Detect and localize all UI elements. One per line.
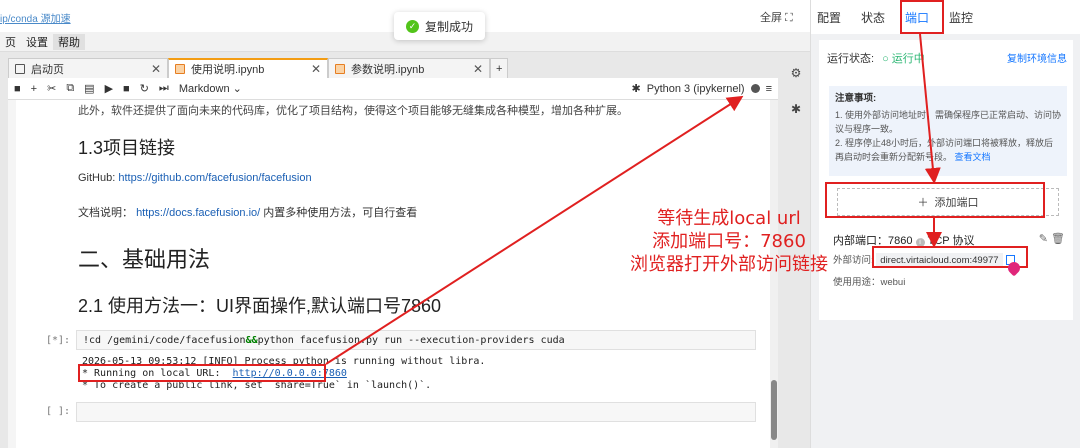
notebook-icon bbox=[335, 63, 345, 74]
notice-item: 2. 程序停止48小时后，外部访问端口将被释放，释放后再启动时会重新分配新号段。… bbox=[835, 138, 1054, 162]
env-path-link[interactable]: ip/conda 源加速 bbox=[0, 10, 71, 25]
check-icon: ✓ bbox=[406, 19, 419, 33]
github-link[interactable]: https://github.com/facefusion/facefusion bbox=[118, 172, 311, 184]
annotation-text: 等待生成local url 添加端口号：7860 浏览器打开外部访问链接 bbox=[624, 207, 834, 276]
close-icon[interactable]: ✕ bbox=[151, 62, 161, 76]
save-icon[interactable]: ■ bbox=[14, 83, 21, 95]
tab-label: 参数说明.ipynb bbox=[351, 63, 425, 76]
markdown-text: 此外，软件还提供了面向未来的代码库，优化了项目结构，使得这个项目能够无缝集成各种… bbox=[78, 105, 628, 117]
external-url[interactable]: direct.virtaicloud.com:49977 bbox=[876, 253, 1003, 268]
copy-icon[interactable]: ⧉ bbox=[66, 82, 74, 95]
bug-icon[interactable]: ✱ bbox=[632, 82, 641, 95]
docs-link[interactable]: https://docs.facefusion.io/ bbox=[136, 207, 260, 219]
local-url-link[interactable]: http://0.0.0.0:7860 bbox=[233, 368, 347, 379]
cell-gutter bbox=[8, 100, 16, 448]
toast-text: 复制成功 bbox=[425, 19, 474, 34]
port-actions: ✎ 🗑 bbox=[1039, 232, 1065, 245]
notice-item: 1. 使用外部访问地址时，需确保程序已正常启动、访问协议与程序一致。 bbox=[835, 110, 1062, 134]
add-port-button[interactable]: ＋ 添加端口 bbox=[837, 188, 1059, 216]
heading-basic-usage: 二、基础用法 bbox=[78, 247, 211, 272]
scrollbar-thumb[interactable] bbox=[771, 380, 777, 440]
cell-prompt: [*]: bbox=[46, 335, 71, 346]
menu-item-page[interactable]: 页 bbox=[0, 34, 21, 50]
run-status: 运行状态: ○ 运行中 bbox=[827, 53, 925, 65]
code-cell[interactable]: !cd /gemini/code/facefusion&&python face… bbox=[76, 330, 756, 350]
fast-forward-icon[interactable]: ⏭ bbox=[159, 82, 169, 95]
launcher-icon bbox=[15, 63, 25, 74]
usage: 使用用途：webui bbox=[833, 277, 906, 288]
tab-label: 启动页 bbox=[31, 63, 64, 76]
tab-usage-notebook[interactable]: 使用说明.ipynb ✕ bbox=[168, 58, 328, 78]
paste-icon[interactable]: ▤ bbox=[84, 82, 94, 95]
notebook-icon bbox=[175, 64, 185, 74]
tab-ports[interactable]: 端口 bbox=[905, 9, 930, 34]
new-tab-button[interactable]: + bbox=[490, 58, 509, 78]
notice-box: 注意事项: 1. 使用外部访问地址时，需确保程序已正常启动、访问协议与程序一致。… bbox=[829, 86, 1067, 176]
toast-copied: ✓ 复制成功 bbox=[394, 12, 486, 40]
github-line: GitHub: https://github.com/facefusion/fa… bbox=[78, 172, 312, 184]
add-cell-icon[interactable]: + bbox=[31, 83, 37, 95]
tab-launcher[interactable]: 启动页 ✕ bbox=[8, 58, 168, 78]
ports-card: 运行状态: ○ 运行中 复制环境信息 注意事项: 1. 使用外部访问地址时，需确保… bbox=[819, 40, 1073, 320]
cell-type-select[interactable]: Markdown ⌄ bbox=[179, 82, 242, 95]
add-port-label: 添加端口 bbox=[934, 197, 979, 209]
panel-tabs: 配置 状态 端口 监控 bbox=[811, 0, 1080, 34]
plus-icon: ＋ bbox=[917, 197, 929, 209]
tab-bar: 启动页 ✕ 使用说明.ipynb ✕ 参数说明.ipynb ✕ + bbox=[8, 58, 509, 78]
tab-params-notebook[interactable]: 参数说明.ipynb ✕ bbox=[328, 58, 490, 78]
bug-icon[interactable]: ✱ bbox=[786, 102, 806, 116]
kernel-status[interactable]: ✱ Python 3 (ipykernel) ≡ bbox=[632, 82, 772, 96]
menu-item-help[interactable]: 帮助 bbox=[53, 33, 85, 50]
empty-code-cell[interactable] bbox=[76, 402, 756, 422]
right-panel: 配置 状态 端口 监控 运行状态: ○ 运行中 复制环境信息 注意事项: 1. 使… bbox=[810, 0, 1080, 448]
heading-project-links: 1.3项目链接 bbox=[78, 138, 176, 158]
external-access: 外部访问: direct.virtaicloud.com:49977 bbox=[833, 252, 1015, 268]
close-icon[interactable]: ✕ bbox=[311, 62, 321, 76]
gear-icon[interactable]: ⚙ bbox=[786, 66, 806, 80]
info-icon: i bbox=[915, 238, 925, 247]
notebook-toolbar: ■ + ✂ ⧉ ▤ ▶ ■ ↻ ⏭ Markdown ⌄ ✱ Python 3 … bbox=[8, 78, 778, 100]
docs-line: 文档说明： https://docs.facefusion.io/ 内置多种使用… bbox=[78, 207, 418, 219]
run-icon[interactable]: ▶ bbox=[105, 82, 113, 95]
annotation-line: 浏览器打开外部访问链接 bbox=[630, 254, 828, 275]
copy-env-button[interactable]: 复制环境信息 bbox=[1007, 50, 1067, 65]
delete-icon[interactable]: 🗑 bbox=[1051, 233, 1065, 245]
cut-icon[interactable]: ✂ bbox=[47, 82, 56, 95]
menu-icon[interactable]: ≡ bbox=[766, 83, 772, 95]
annotation-line: 等待生成local url bbox=[657, 208, 801, 229]
notice-title: 注意事项: bbox=[835, 93, 877, 104]
right-sidebar-icons: ⚙ ✱ bbox=[786, 66, 806, 138]
menu-item-settings[interactable]: 设置 bbox=[21, 34, 53, 50]
annotation-line: 添加端口号：7860 bbox=[652, 231, 806, 252]
status-running: ○ 运行中 bbox=[882, 53, 925, 65]
close-icon[interactable]: ✕ bbox=[473, 62, 483, 76]
port-info: 内部端口：7860 i TCP 协议 bbox=[833, 235, 975, 247]
stop-icon[interactable]: ■ bbox=[123, 83, 130, 95]
view-docs-link[interactable]: 查看文档 bbox=[955, 152, 991, 162]
heading-method-one: 2.1 使用方法一：UI界面操作,默认端口号7860 bbox=[78, 296, 442, 316]
edit-icon[interactable]: ✎ bbox=[1039, 233, 1048, 245]
kernel-busy-icon bbox=[750, 84, 760, 93]
tab-monitor[interactable]: 监控 bbox=[949, 9, 973, 26]
cell-output: 2026-05-13 09:53:12 [INFO] Process pytho… bbox=[82, 356, 486, 391]
restart-icon[interactable]: ↻ bbox=[140, 82, 149, 95]
cell-prompt: [ ]: bbox=[46, 406, 71, 417]
tab-label: 使用说明.ipynb bbox=[191, 64, 265, 76]
tab-status[interactable]: 状态 bbox=[861, 9, 885, 26]
tab-config[interactable]: 配置 bbox=[817, 9, 841, 26]
kernel-name: Python 3 (ipykernel) bbox=[646, 82, 745, 95]
fullscreen-button[interactable]: 全屏 ⛶ bbox=[760, 9, 793, 25]
